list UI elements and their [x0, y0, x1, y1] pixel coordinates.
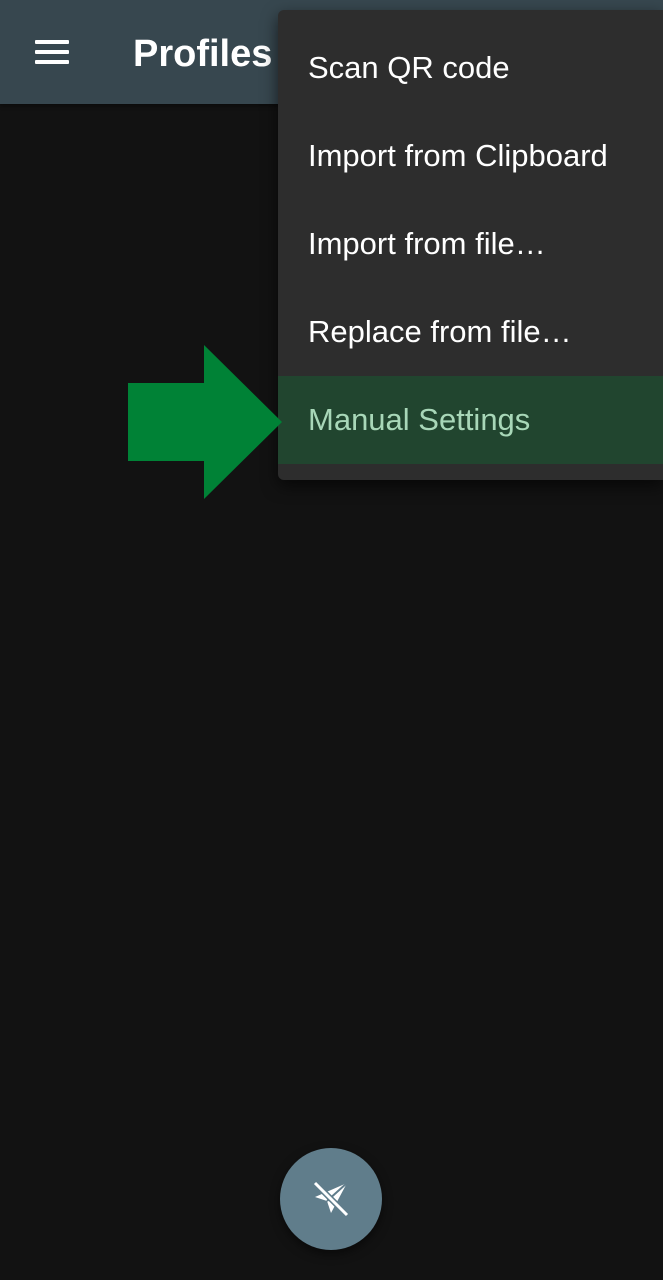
- paper-plane-disconnected-icon: [312, 1180, 350, 1218]
- menu-item-manual-settings[interactable]: Manual Settings: [278, 376, 663, 464]
- menu-item-import-from-file[interactable]: Import from file…: [278, 200, 663, 288]
- green-arrow-right-icon: [128, 345, 282, 499]
- navigation-drawer-button[interactable]: [20, 20, 84, 84]
- connect-fab-button[interactable]: [280, 1148, 382, 1250]
- hamburger-menu-icon: [35, 40, 69, 64]
- page-title: Profiles: [133, 33, 273, 75]
- profiles-screen: Profiles Scan QR code Import from Clipbo…: [0, 0, 663, 1280]
- menu-item-import-from-clipboard[interactable]: Import from Clipboard: [278, 112, 663, 200]
- menu-item-scan-qr-code[interactable]: Scan QR code: [278, 24, 663, 112]
- overflow-menu: Scan QR code Import from Clipboard Impor…: [278, 10, 663, 480]
- menu-item-replace-from-file[interactable]: Replace from file…: [278, 288, 663, 376]
